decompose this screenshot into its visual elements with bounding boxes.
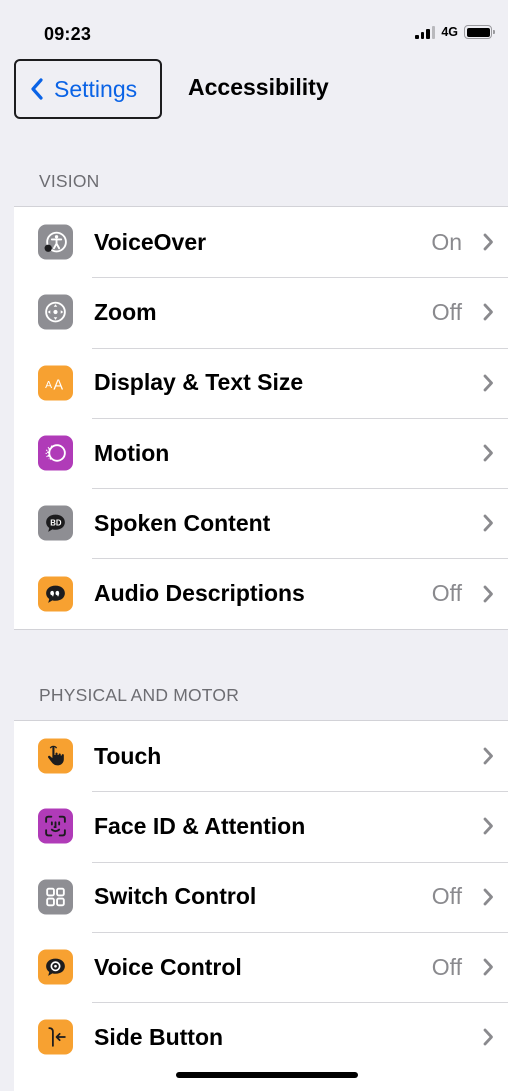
chevron-right-icon xyxy=(483,1028,493,1046)
back-button-label: Settings xyxy=(54,75,138,102)
text-size-icon: AA xyxy=(38,365,73,401)
chevron-right-icon xyxy=(483,444,493,462)
network-type: 4G xyxy=(441,25,458,39)
row-label: VoiceOver xyxy=(94,228,207,255)
accessibility-screen: 09:23 4G Settings Accessibility VISION V… xyxy=(0,0,508,1091)
voice-control-icon xyxy=(38,949,73,985)
row-label: Side Button xyxy=(94,1023,224,1050)
row-display-text-size[interactable]: AA Display & Text Size xyxy=(14,347,508,418)
row-value: Off xyxy=(431,953,462,980)
section-header-vision: VISION xyxy=(39,171,100,191)
cellular-signal-icon xyxy=(415,25,436,39)
row-label: Audio Descriptions xyxy=(94,580,305,607)
audio-descriptions-icon xyxy=(38,576,73,612)
svg-text:A: A xyxy=(53,377,63,393)
chevron-right-icon xyxy=(483,374,493,392)
row-value: On xyxy=(431,228,462,255)
chevron-right-icon xyxy=(483,304,493,321)
row-label: Spoken Content xyxy=(94,509,271,536)
row-label: Switch Control xyxy=(94,883,257,910)
zoom-icon xyxy=(38,294,73,330)
row-spoken-content[interactable]: BD Spoken Content xyxy=(14,488,508,558)
chevron-right-icon xyxy=(483,818,493,835)
navigation-bar: Settings Accessibility xyxy=(0,56,508,120)
voiceover-icon xyxy=(38,224,73,260)
row-label: Voice Control xyxy=(94,953,242,980)
back-chevron-icon xyxy=(31,78,43,100)
switch-control-icon xyxy=(38,879,73,915)
row-touch[interactable]: Touch xyxy=(14,721,508,791)
back-button[interactable]: Settings xyxy=(14,59,162,119)
side-button-icon xyxy=(38,1019,73,1055)
row-side-button[interactable]: Side Button xyxy=(14,1002,508,1072)
section-header-physical-motor: PHYSICAL AND MOTOR xyxy=(39,685,240,705)
touch-icon xyxy=(38,738,73,774)
row-value: Off xyxy=(431,298,462,325)
home-indicator[interactable] xyxy=(176,1072,358,1078)
row-label: Zoom xyxy=(94,298,157,325)
status-indicators: 4G xyxy=(415,25,495,39)
face-id-icon xyxy=(38,808,73,844)
physical-motor-settings-group: Touch Face ID & Attention Switch Control… xyxy=(14,720,508,1091)
row-label: Touch xyxy=(94,742,162,769)
page-title: Accessibility xyxy=(188,74,329,100)
row-motion[interactable]: Motion xyxy=(14,417,508,488)
status-time: 09:23 xyxy=(44,24,92,44)
svg-text:BD: BD xyxy=(50,519,62,528)
vision-settings-group: VoiceOver On Zoom Off AA Display & Text … xyxy=(14,206,508,630)
spoken-content-icon: BD xyxy=(38,505,73,541)
row-switch-control[interactable]: Switch Control Off xyxy=(14,861,508,932)
row-label: Face ID & Attention xyxy=(94,812,306,839)
chevron-right-icon xyxy=(483,888,493,906)
row-face-id-attention[interactable]: Face ID & Attention xyxy=(14,791,508,861)
row-value: Off xyxy=(431,883,462,910)
chevron-right-icon xyxy=(483,585,493,603)
motion-icon xyxy=(38,435,73,471)
row-label: Display & Text Size xyxy=(94,369,304,396)
row-audio-descriptions[interactable]: Audio Descriptions Off xyxy=(14,558,508,628)
row-label: Motion xyxy=(94,439,170,466)
chevron-right-icon xyxy=(483,747,493,765)
row-voice-control[interactable]: Voice Control Off xyxy=(14,931,508,1002)
svg-text:A: A xyxy=(45,380,52,391)
chevron-right-icon xyxy=(483,514,493,532)
row-zoom[interactable]: Zoom Off xyxy=(14,277,508,347)
status-bar: 09:23 4G xyxy=(0,0,508,56)
chevron-right-icon xyxy=(483,233,493,251)
row-value: Off xyxy=(431,580,462,607)
chevron-right-icon xyxy=(483,958,493,976)
row-voiceover[interactable]: VoiceOver On xyxy=(14,207,508,277)
battery-icon xyxy=(464,25,495,39)
